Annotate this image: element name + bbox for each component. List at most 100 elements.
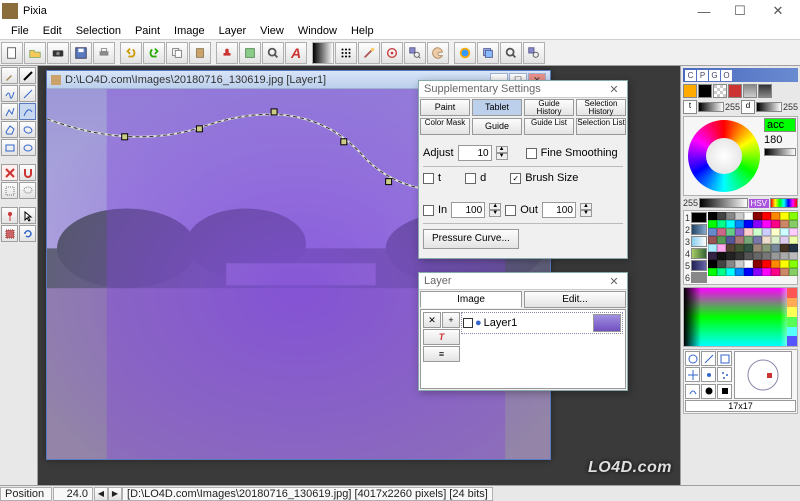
layerzoom-button[interactable] xyxy=(523,42,545,64)
adjust-input[interactable] xyxy=(458,145,492,161)
layers-button[interactable] xyxy=(477,42,499,64)
brush-preview[interactable] xyxy=(734,351,792,399)
slider-left[interactable] xyxy=(698,102,724,112)
rect-select-tool[interactable] xyxy=(1,182,18,199)
layer-close-button[interactable]: ✕ xyxy=(606,275,622,288)
lasso-tool[interactable] xyxy=(19,182,36,199)
brush-shape-4[interactable] xyxy=(685,367,700,382)
eye-icon[interactable]: ● xyxy=(475,317,482,329)
select-region-tool[interactable] xyxy=(1,225,18,242)
mini-c[interactable] xyxy=(713,84,727,98)
map-button[interactable] xyxy=(239,42,261,64)
brush-shape-2[interactable] xyxy=(701,351,716,366)
palette-button[interactable] xyxy=(427,42,449,64)
pal-thumb-4[interactable] xyxy=(691,248,707,259)
undo-button[interactable] xyxy=(120,42,142,64)
mini-slider[interactable] xyxy=(764,148,796,156)
mini-a[interactable] xyxy=(683,84,697,98)
status-right-button[interactable]: ▶ xyxy=(108,487,122,501)
stackzoom-button[interactable] xyxy=(404,42,426,64)
hsv-label[interactable]: HSV xyxy=(749,199,769,208)
pal-thumb-5[interactable] xyxy=(691,260,707,271)
mini-e[interactable] xyxy=(743,84,757,98)
brush-shape-8[interactable] xyxy=(701,384,716,399)
open-button[interactable] xyxy=(24,42,46,64)
in-checkbox[interactable] xyxy=(423,205,434,216)
pal-thumb-2[interactable] xyxy=(691,224,707,235)
layer-title[interactable]: Layer ✕ xyxy=(419,273,627,290)
save-button[interactable] xyxy=(70,42,92,64)
supp-tab-selection-list[interactable]: Selection List xyxy=(576,118,626,135)
line-tool[interactable] xyxy=(19,85,36,102)
layer-tab-image[interactable]: Image xyxy=(420,291,522,308)
layer-tab-edit[interactable]: Edit... xyxy=(524,291,626,308)
pressure-curve-button[interactable]: Pressure Curve... xyxy=(423,229,519,249)
out-checkbox[interactable] xyxy=(505,205,516,216)
cursor-tool[interactable] xyxy=(19,207,36,224)
ellipse-tool[interactable] xyxy=(19,139,36,156)
supplementary-settings-dialog[interactable]: Supplementary Settings ✕ Paint Tablet Gu… xyxy=(418,80,628,259)
rp-mode-o[interactable]: O xyxy=(721,70,732,81)
rp-mode-p[interactable]: P xyxy=(697,70,708,81)
polyline-tool[interactable] xyxy=(1,103,18,120)
menu-help[interactable]: Help xyxy=(344,24,381,38)
maximize-button[interactable]: ☐ xyxy=(722,1,758,21)
mini-d[interactable] xyxy=(728,84,742,98)
brush-shape-5[interactable] xyxy=(701,367,716,382)
slider-r-icon[interactable]: d xyxy=(741,100,755,114)
gradient-panel[interactable] xyxy=(683,287,798,347)
color-wheel[interactable] xyxy=(688,120,760,192)
d-checkbox[interactable] xyxy=(465,173,476,184)
in-input[interactable] xyxy=(451,202,485,218)
supp-tab-guide[interactable]: Guide xyxy=(472,118,522,135)
t-checkbox[interactable] xyxy=(423,173,434,184)
supp-tab-guide-history[interactable]: Guide History xyxy=(524,99,574,116)
print-button[interactable] xyxy=(93,42,115,64)
hue-slider[interactable] xyxy=(770,198,798,208)
new-button[interactable] xyxy=(1,42,23,64)
freehand-tool[interactable] xyxy=(1,85,18,102)
brush-shape-6[interactable] xyxy=(717,367,732,382)
wand-tool-button[interactable] xyxy=(358,42,380,64)
dotgrid-button[interactable] xyxy=(335,42,357,64)
brush-shape-1[interactable] xyxy=(685,351,700,366)
close-region-tool[interactable] xyxy=(1,164,18,181)
slider-right[interactable] xyxy=(756,102,782,112)
layer-row[interactable]: ● Layer1 xyxy=(461,312,623,334)
menu-edit[interactable]: Edit xyxy=(36,24,69,38)
supp-tab-tablet[interactable]: Tablet xyxy=(472,99,522,116)
pen-tool[interactable] xyxy=(19,67,36,84)
supp-tab-paint[interactable]: Paint xyxy=(420,99,470,116)
rect-tool[interactable] xyxy=(1,139,18,156)
status-left-button[interactable]: ◀ xyxy=(94,487,108,501)
layer-text-icon[interactable]: T xyxy=(423,329,460,345)
copy-button[interactable] xyxy=(166,42,188,64)
menu-image[interactable]: Image xyxy=(167,24,212,38)
gray-slider[interactable] xyxy=(699,198,748,208)
out-spinner[interactable]: ▲▼ xyxy=(580,203,592,217)
supp-close-button[interactable]: ✕ xyxy=(606,83,622,96)
supp-tab-guide-list[interactable]: Guide List xyxy=(524,118,574,135)
curve-tool[interactable] xyxy=(19,103,36,120)
pal-thumb-3[interactable] xyxy=(691,236,707,247)
redo-button[interactable] xyxy=(143,42,165,64)
rp-mode-c[interactable]: C xyxy=(685,70,696,81)
menu-selection[interactable]: Selection xyxy=(69,24,128,38)
layer-close-icon[interactable]: ✕ xyxy=(423,312,441,328)
rp-mode-g[interactable]: G xyxy=(709,70,720,81)
supp-title[interactable]: Supplementary Settings ✕ xyxy=(419,81,627,98)
brush-shape-7[interactable] xyxy=(685,384,700,399)
fine-smoothing-checkbox[interactable] xyxy=(526,148,537,159)
adjust-spinner[interactable]: ▲▼ xyxy=(496,146,508,160)
layer-add-icon[interactable]: + xyxy=(442,312,460,328)
rotate-tool[interactable] xyxy=(19,225,36,242)
brush-size-checkbox[interactable] xyxy=(510,173,521,184)
zoom2-button[interactable] xyxy=(500,42,522,64)
closed-curve-tool[interactable] xyxy=(19,121,36,138)
in-spinner[interactable]: ▲▼ xyxy=(489,203,501,217)
layer-visible-icon[interactable] xyxy=(463,318,473,328)
supp-tab-color-mask[interactable]: Color Mask xyxy=(420,118,470,135)
magnet-tool[interactable] xyxy=(19,164,36,181)
text-button[interactable]: A xyxy=(285,42,307,64)
layer-panel[interactable]: Layer ✕ Image Edit... ✕ + T ≡ xyxy=(418,272,628,391)
